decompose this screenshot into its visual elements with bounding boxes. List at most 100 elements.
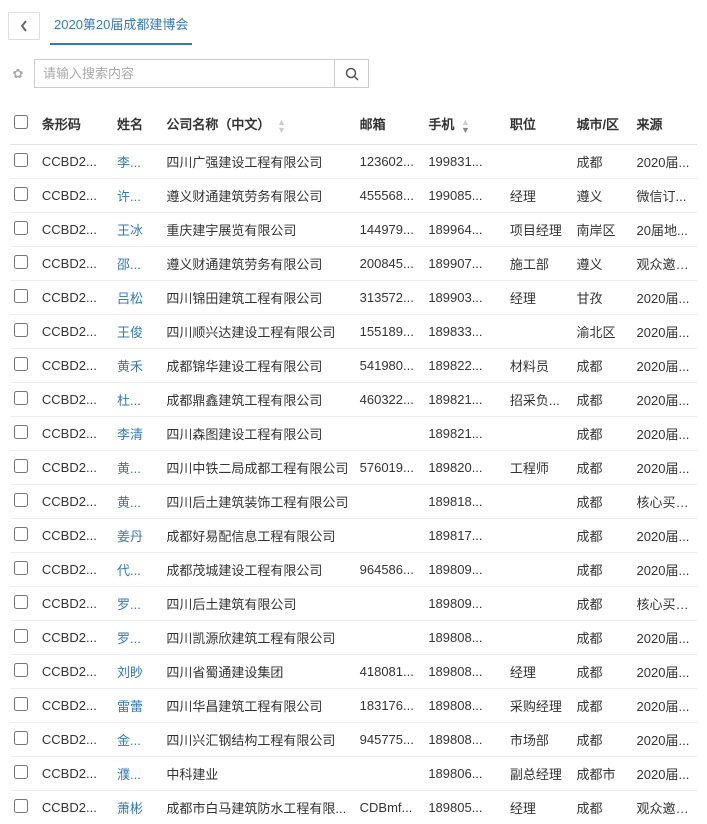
cell-name[interactable]: 金...	[113, 722, 162, 756]
cell-position: 施工部	[506, 246, 573, 280]
cell-name[interactable]: 刘眇	[113, 654, 162, 688]
cell-name[interactable]: 吕松	[113, 280, 162, 314]
table-row[interactable]: CCBD2...姜丹成都好易配信息工程有限公司189817...成都2020届.…	[10, 518, 697, 552]
row-checkbox[interactable]	[14, 221, 28, 235]
row-checkbox[interactable]	[14, 731, 28, 745]
table-row[interactable]: CCBD2...王冰重庆建宇展览有限公司144979...189964...项目…	[10, 212, 697, 246]
row-checkbox[interactable]	[14, 187, 28, 201]
table-row[interactable]: CCBD2...许...遵义财通建筑劳务有限公司455568...199085.…	[10, 178, 697, 212]
table-row[interactable]: CCBD2...李...四川广强建设工程有限公司123602...199831.…	[10, 144, 697, 178]
search-button[interactable]	[334, 60, 368, 87]
cell-position: 副总经理	[506, 756, 573, 790]
row-checkbox[interactable]	[14, 561, 28, 575]
table-row[interactable]: CCBD2...萧彬成都市白马建筑防水工程有限...CDBmf...189805…	[10, 790, 697, 824]
table-row[interactable]: CCBD2...金...四川兴汇钢结构工程有限公司945775...189808…	[10, 722, 697, 756]
row-checkbox[interactable]	[14, 595, 28, 609]
table-row[interactable]: CCBD2...黄...四川后土建筑装饰工程有限公司189818...成都核心买…	[10, 484, 697, 518]
cell-phone: 189903...	[424, 280, 506, 314]
cell-name[interactable]: 代...	[113, 552, 162, 586]
search-input[interactable]	[35, 60, 334, 87]
row-checkbox[interactable]	[14, 459, 28, 473]
cell-city: 成都	[572, 518, 632, 552]
cell-phone: 189818...	[424, 484, 506, 518]
row-checkbox[interactable]	[14, 323, 28, 337]
row-checkbox[interactable]	[14, 697, 28, 711]
cell-name[interactable]: 濮...	[113, 756, 162, 790]
table-row[interactable]: CCBD2...黄禾成都锦华建设工程有限公司541980...189822...…	[10, 348, 697, 382]
cell-name[interactable]: 许...	[113, 178, 162, 212]
row-checkbox[interactable]	[14, 629, 28, 643]
row-checkbox[interactable]	[14, 799, 28, 813]
row-checkbox[interactable]	[14, 425, 28, 439]
cell-city: 成都	[572, 722, 632, 756]
cell-source: 微信订...	[633, 178, 697, 212]
column-header-email[interactable]: 邮箱	[356, 104, 425, 144]
gear-icon[interactable]: ✿	[10, 66, 26, 82]
table-row[interactable]: CCBD2...黄...四川中铁二局成都工程有限公司576019...18982…	[10, 450, 697, 484]
cell-phone: 189833...	[424, 314, 506, 348]
cell-name[interactable]: 李...	[113, 144, 162, 178]
row-checkbox[interactable]	[14, 255, 28, 269]
row-checkbox[interactable]	[14, 391, 28, 405]
cell-source: 2020届...	[633, 280, 697, 314]
table-row[interactable]: CCBD2...杜...成都鼎鑫建筑工程有限公司460322...189821.…	[10, 382, 697, 416]
cell-name[interactable]: 王冰	[113, 212, 162, 246]
cell-position: 市场部	[506, 722, 573, 756]
row-checkbox[interactable]	[14, 153, 28, 167]
cell-barcode: CCBD2...	[38, 552, 113, 586]
cell-city: 成都	[572, 654, 632, 688]
cell-name[interactable]: 罗...	[113, 620, 162, 654]
cell-city: 成都	[572, 484, 632, 518]
cell-email	[356, 416, 425, 450]
cell-position	[506, 144, 573, 178]
cell-name[interactable]: 萧彬	[113, 790, 162, 824]
cell-barcode: CCBD2...	[38, 654, 113, 688]
cell-name[interactable]: 雷蕾	[113, 688, 162, 722]
table-row[interactable]: CCBD2...邵...遵义财通建筑劳务有限公司200845...189907.…	[10, 246, 697, 280]
select-all-checkbox[interactable]	[14, 115, 28, 129]
column-header-company[interactable]: 公司名称（中文） ▲▼	[162, 104, 355, 144]
cell-name[interactable]: 黄禾	[113, 348, 162, 382]
cell-name[interactable]: 李清	[113, 416, 162, 450]
cell-name[interactable]: 邵...	[113, 246, 162, 280]
table-row[interactable]: CCBD2...罗...四川凯源欣建筑工程有限公司189808...成都2020…	[10, 620, 697, 654]
column-header-barcode[interactable]: 条形码	[38, 104, 113, 144]
cell-name[interactable]: 姜丹	[113, 518, 162, 552]
table-row[interactable]: CCBD2...李清四川森图建设工程有限公司189821...成都2020届..…	[10, 416, 697, 450]
cell-email: 541980...	[356, 348, 425, 382]
back-button[interactable]	[8, 12, 40, 40]
cell-source: 2020届...	[633, 450, 697, 484]
column-header-name[interactable]: 姓名	[113, 104, 162, 144]
row-checkbox[interactable]	[14, 289, 28, 303]
table-row[interactable]: CCBD2...刘眇四川省蜀通建设集团418081...189808...经理成…	[10, 654, 697, 688]
cell-barcode: CCBD2...	[38, 314, 113, 348]
table-row[interactable]: CCBD2...代...成都茂城建设工程有限公司964586...189809.…	[10, 552, 697, 586]
cell-email: 455568...	[356, 178, 425, 212]
table-row[interactable]: CCBD2...吕松四川锦田建筑工程有限公司313572...189903...…	[10, 280, 697, 314]
column-header-source[interactable]: 来源	[633, 104, 697, 144]
column-header-phone[interactable]: 手机 ▲▼	[424, 104, 506, 144]
cell-company: 四川华昌建筑工程有限公司	[162, 688, 355, 722]
cell-phone: 189964...	[424, 212, 506, 246]
cell-position	[506, 620, 573, 654]
table-row[interactable]: CCBD2...濮...中科建业189806...副总经理成都市2020届...	[10, 756, 697, 790]
cell-city: 成都	[572, 450, 632, 484]
row-checkbox[interactable]	[14, 765, 28, 779]
cell-phone: 189822...	[424, 348, 506, 382]
cell-name[interactable]: 黄...	[113, 450, 162, 484]
search-icon	[345, 67, 359, 81]
cell-name[interactable]: 杜...	[113, 382, 162, 416]
table-row[interactable]: CCBD2...王俊四川顺兴达建设工程有限公司155189...189833..…	[10, 314, 697, 348]
row-checkbox[interactable]	[14, 527, 28, 541]
column-header-position[interactable]: 职位	[506, 104, 573, 144]
table-row[interactable]: CCBD2...罗...四川后土建筑有限公司189809...成都核心买家...	[10, 586, 697, 620]
cell-name[interactable]: 黄...	[113, 484, 162, 518]
row-checkbox[interactable]	[14, 357, 28, 371]
row-checkbox[interactable]	[14, 663, 28, 677]
column-header-city[interactable]: 城市/区	[572, 104, 632, 144]
cell-name[interactable]: 罗...	[113, 586, 162, 620]
tab-event[interactable]: 2020第20届成都建博会	[50, 6, 192, 45]
cell-name[interactable]: 王俊	[113, 314, 162, 348]
table-row[interactable]: CCBD2...雷蕾四川华昌建筑工程有限公司183176...189808...…	[10, 688, 697, 722]
row-checkbox[interactable]	[14, 493, 28, 507]
